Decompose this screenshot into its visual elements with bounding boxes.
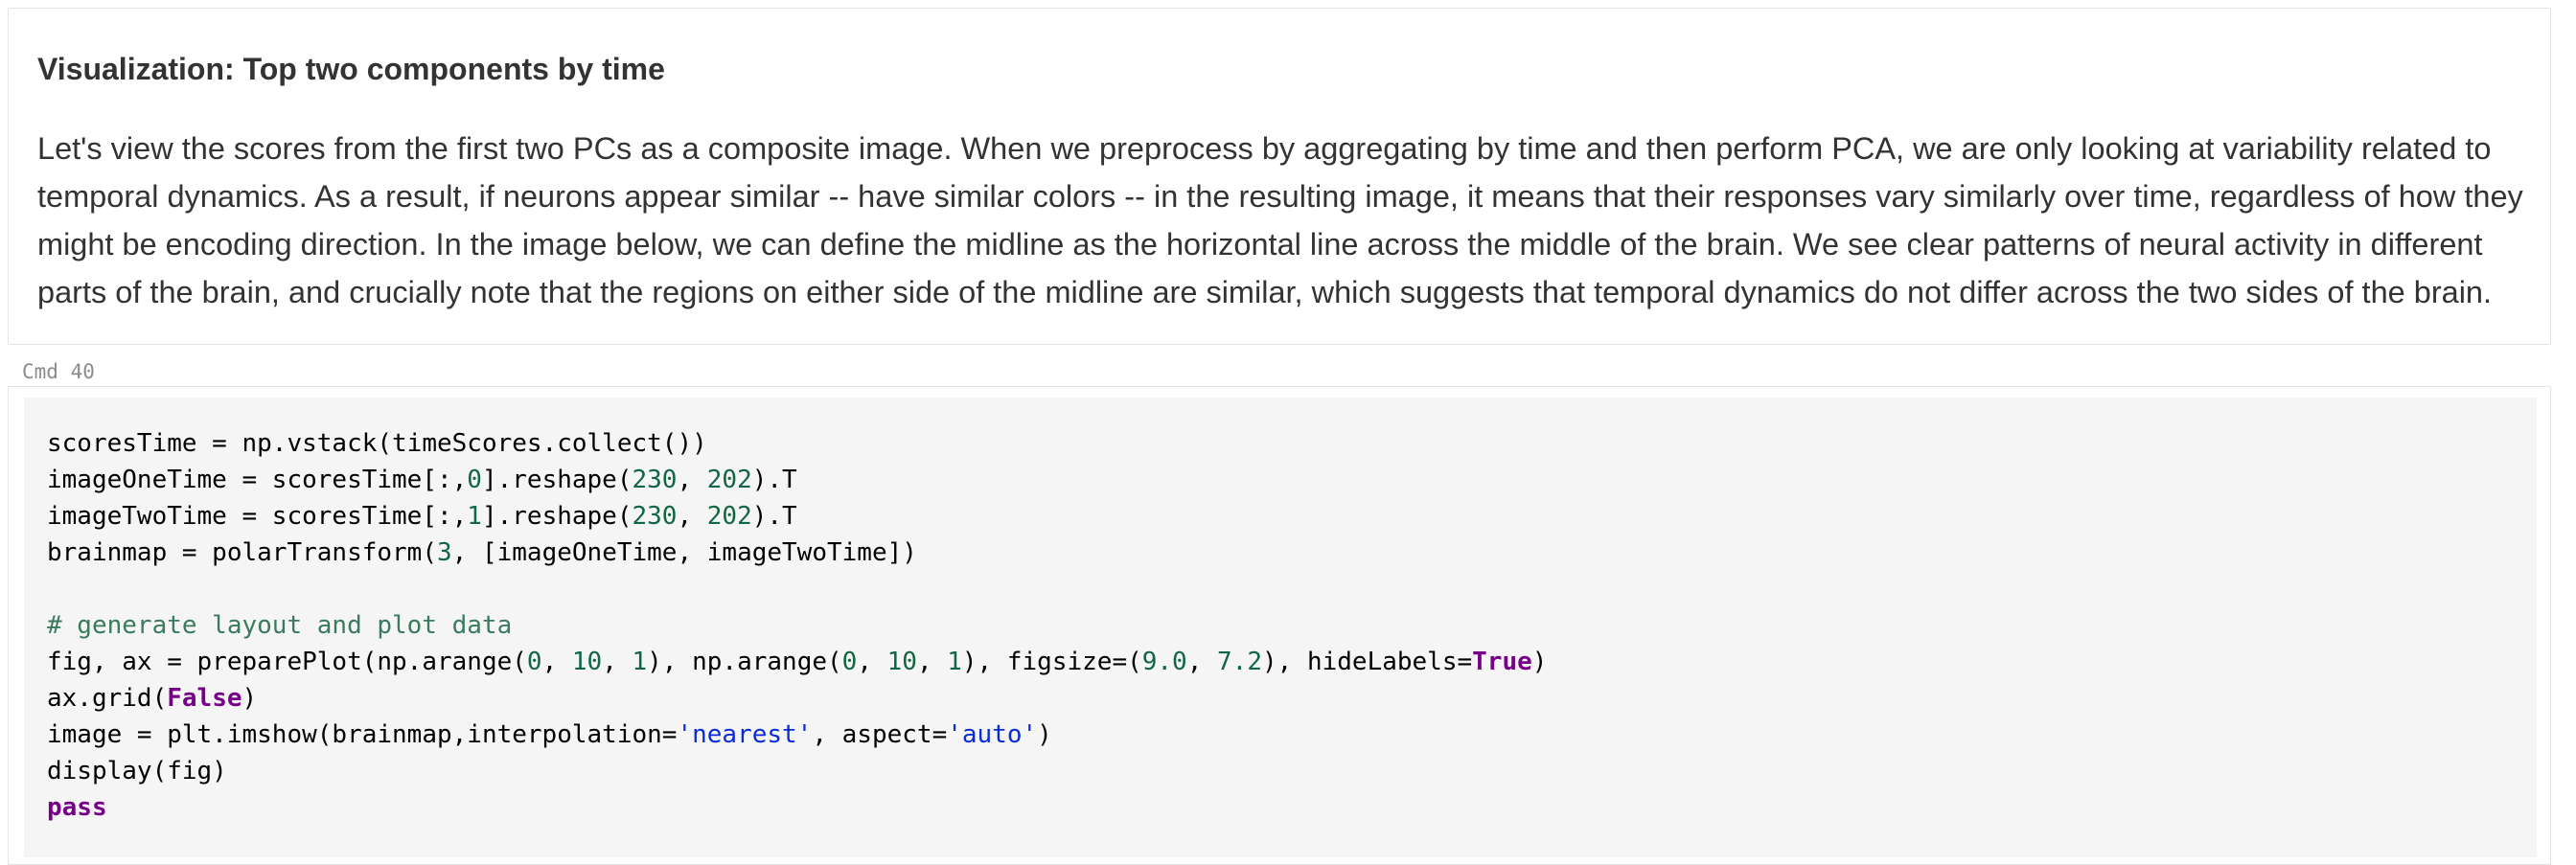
code-keyword: False (167, 684, 242, 713)
code-editor[interactable]: scoresTime = np.vstack(timeScores.collec… (24, 398, 2537, 857)
code-text: ).T (751, 502, 797, 531)
code-number: 1 (632, 648, 648, 676)
code-number: 202 (706, 466, 752, 494)
code-number: 10 (886, 648, 917, 676)
code-line[interactable]: brainmap = polarTransform(3, [imageOneTi… (47, 535, 1547, 571)
code-text: , (1186, 648, 1218, 676)
code-text: ), np.arange( (647, 648, 842, 676)
code-line[interactable]: image = plt.imshow(brainmap,interpolatio… (47, 717, 1547, 753)
code-number: 7.2 (1217, 648, 1262, 676)
code-number: 10 (571, 648, 603, 676)
code-line[interactable]: ax.grid(False) (47, 680, 1547, 717)
paragraph-line: temporal dynamics. As a result, if neuro… (37, 179, 2523, 214)
markdown-paragraph: Let's view the scores from the first two… (37, 125, 2529, 316)
code-text: ).T (751, 466, 797, 494)
code-text: , (677, 502, 707, 531)
code-text: , (602, 648, 632, 676)
code-comment: # generate layout and plot data (47, 611, 513, 640)
code-text: ) (242, 684, 258, 713)
code-number: 9.0 (1141, 648, 1187, 676)
code-number: 202 (706, 502, 752, 531)
code-text: ), hideLabels= (1262, 648, 1473, 676)
code-cell[interactable]: scoresTime = np.vstack(timeScores.collec… (8, 386, 2551, 865)
code-text: brainmap = polarTransform( (47, 538, 437, 567)
code-text: imageOneTime = scoresTime[:, (47, 466, 468, 494)
code-number: 1 (947, 648, 962, 676)
code-keyword: pass (47, 793, 107, 822)
code-number: 230 (632, 502, 678, 531)
code-text: ) (1531, 648, 1548, 676)
code-text: fig, ax = preparePlot(np.arange( (47, 648, 527, 676)
code-text: , (541, 648, 572, 676)
code-text: , (916, 648, 948, 676)
code-number: 230 (632, 466, 678, 494)
code-text: ) (1037, 720, 1052, 749)
code-line[interactable]: scoresTime = np.vstack(timeScores.collec… (47, 425, 1547, 462)
code-line[interactable]: imageOneTime = scoresTime[:,0].reshape(2… (47, 462, 1547, 498)
code-text: image = plt.imshow(brainmap,interpolatio… (47, 720, 678, 749)
code-line[interactable]: fig, ax = preparePlot(np.arange(0, 10, 1… (47, 644, 1547, 680)
code-number: 0 (841, 648, 858, 676)
code-string: 'auto' (947, 720, 1038, 749)
code-line[interactable] (47, 571, 1547, 607)
code-string: 'nearest' (677, 720, 813, 749)
code-text: display(fig) (47, 757, 227, 785)
code-text: ax.grid( (47, 684, 168, 713)
markdown-heading: Visualization: Top two components by tim… (37, 52, 665, 86)
code-number: 3 (437, 538, 452, 567)
code-content[interactable]: scoresTime = np.vstack(timeScores.collec… (47, 425, 1547, 826)
paragraph-line: Let's view the scores from the first two… (37, 131, 2492, 166)
paragraph-line: might be encoding direction. In the imag… (37, 227, 2483, 262)
code-text: , aspect= (812, 720, 948, 749)
code-text: ), figsize=( (961, 648, 1142, 676)
command-number-label: Cmd 40 (22, 360, 95, 383)
paragraph-line: parts of the brain, and crucially note t… (37, 275, 2493, 309)
code-number: 0 (467, 466, 482, 494)
code-text: scoresTime = np.vstack(timeScores.collec… (47, 429, 707, 458)
code-line[interactable]: imageTwoTime = scoresTime[:,1].reshape(2… (47, 498, 1547, 535)
code-text: ].reshape( (481, 466, 632, 494)
code-number: 1 (467, 502, 482, 531)
code-line[interactable]: # generate layout and plot data (47, 607, 1547, 644)
code-text: imageTwoTime = scoresTime[:, (47, 502, 468, 531)
code-number: 0 (526, 648, 542, 676)
code-line[interactable]: pass (47, 789, 1547, 826)
code-text: , [imageOneTime, imageTwoTime]) (451, 538, 917, 567)
code-line[interactable]: display(fig) (47, 753, 1547, 789)
code-text: , (857, 648, 887, 676)
code-text: ].reshape( (481, 502, 632, 531)
code-keyword: True (1472, 648, 1532, 676)
code-text: , (677, 466, 707, 494)
